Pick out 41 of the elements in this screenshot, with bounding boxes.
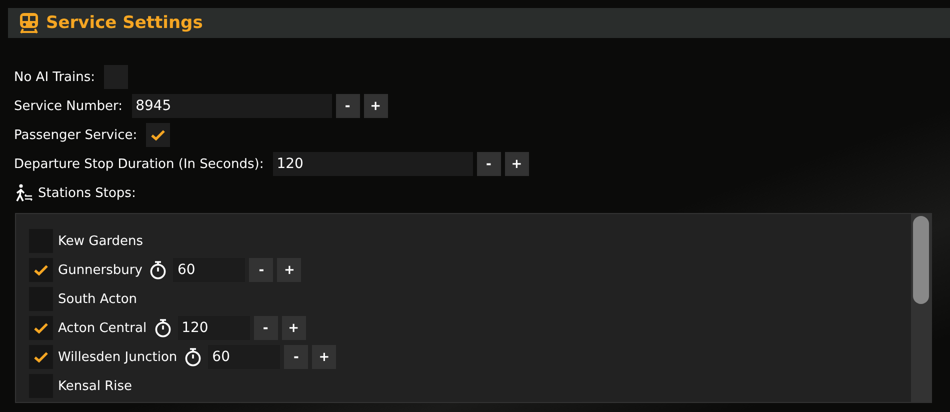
checkbox[interactable] [29,316,53,340]
decrement-button[interactable]: - [476,152,501,176]
input-field[interactable]: 120 [178,316,250,340]
decrement-button[interactable]: - [254,316,278,340]
station-name: South Acton [58,292,138,306]
stopwatch-icon [149,260,168,280]
decrement-button[interactable]: - [336,94,360,118]
checkbox[interactable] [29,345,53,369]
field-label: Departure Stop Duration (In Seconds): [14,156,264,172]
section-heading: Stations Stops: [38,186,136,200]
stopwatch-icon [184,347,202,367]
checkbox[interactable] [29,258,53,282]
pedestrian-icon [14,183,34,203]
check-icon [33,262,49,278]
field-label: Passenger Service: [14,128,138,142]
station-name: Willesden Junction [58,350,178,364]
checkbox[interactable] [146,123,170,147]
decrement-button[interactable]: - [284,345,308,369]
station-name: Kensal Rise [58,378,132,394]
increment-button[interactable]: + [277,258,302,282]
increment-button[interactable]: + [312,345,336,369]
input-field[interactable]: 60 [208,345,280,369]
stopwatch-icon [154,318,172,338]
input-field[interactable]: 8945 [132,94,332,118]
field-label: Service Number: [14,98,123,114]
window-title: Service Settings [46,13,203,33]
train-icon [19,12,39,34]
scrollbar[interactable] [911,214,931,402]
decrement-button[interactable]: - [249,258,274,282]
check-icon [150,127,166,143]
increment-button[interactable]: + [364,94,388,118]
station-name: Kew Gardens [58,234,144,248]
input-field[interactable]: 120 [272,152,473,176]
station-name: Acton Central [58,320,147,336]
input-field[interactable]: 60 [173,258,246,282]
check-icon [33,320,49,336]
increment-button[interactable]: + [504,152,529,176]
field-label: No AI Trains: [14,70,96,84]
check-icon [33,349,49,365]
increment-button[interactable]: + [282,316,306,340]
station-name: Gunnersbury [58,262,142,278]
